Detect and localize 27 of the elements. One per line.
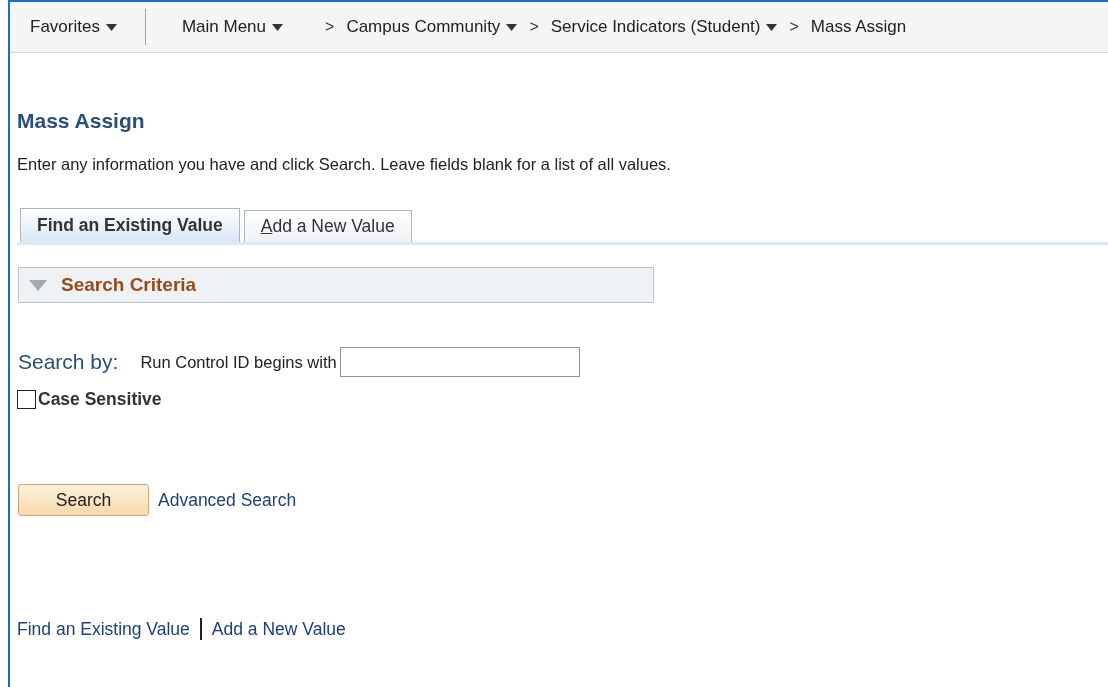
search-by-label: Search by: <box>18 350 119 374</box>
search-criteria-header[interactable]: Search Criteria <box>18 267 654 303</box>
breadcrumb-item[interactable]: Service Indicators (Student) <box>550 17 778 37</box>
breadcrumb-item[interactable]: Mass Assign <box>810 17 907 37</box>
caret-icon <box>506 23 518 31</box>
input-field[interactable] <box>339 347 580 377</box>
tab[interactable]: Find an Existing Value <box>20 208 240 242</box>
caret-icon <box>105 23 117 31</box>
advanced-search-link[interactable]: Advanced Search <box>158 489 297 511</box>
breadcrumb-separator: > <box>789 18 799 36</box>
caret-icon <box>766 23 778 31</box>
favorites-menu[interactable]: Favorites <box>30 17 117 37</box>
breadcrumb-separator: > <box>325 18 335 36</box>
tab[interactable]: Add a New Value <box>243 210 412 242</box>
field-label: Run Control ID begins with <box>140 352 337 372</box>
footer-link[interactable]: Find an Existing Value <box>17 618 190 640</box>
page-title: Mass Assign <box>17 109 146 133</box>
search-button[interactable]: Search <box>18 484 149 516</box>
checkbox-label: Case Sensitive <box>38 389 162 410</box>
caret-icon <box>272 23 284 31</box>
breadcrumb-separator: > <box>529 18 539 36</box>
checkbox[interactable] <box>17 390 36 409</box>
section-title: Search Criteria <box>61 274 197 296</box>
footer-link[interactable]: Add a New Value <box>211 618 346 640</box>
instructions-text: Enter any information you have and click Search. Leave fields blank for a list of all values. <box>17 155 672 174</box>
breadcrumb-item[interactable]: Campus Community <box>346 17 518 37</box>
breadcrumb-item[interactable]: Main Menu <box>181 17 284 37</box>
